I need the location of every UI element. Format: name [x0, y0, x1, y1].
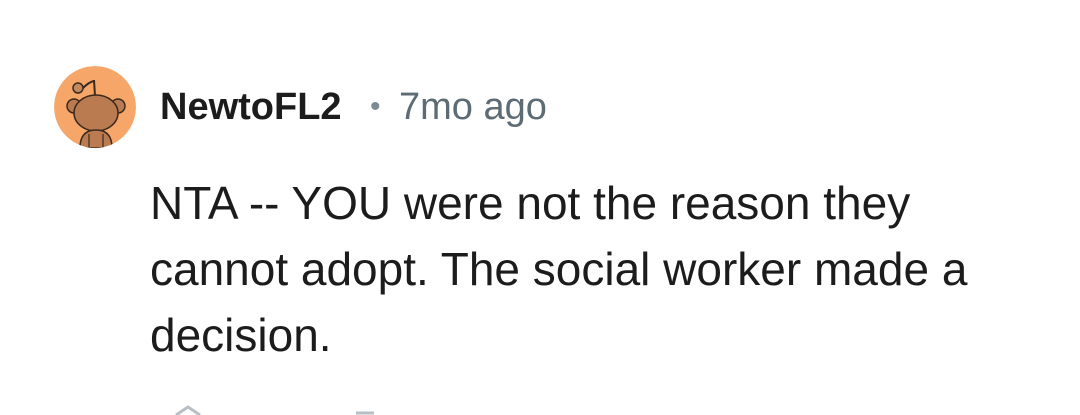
reply-button[interactable] — [352, 404, 392, 415]
comment-body: NTA -- YOU were not the reason they cann… — [150, 177, 968, 361]
upvote-icon — [175, 405, 201, 415]
user-avatar[interactable] — [54, 66, 136, 148]
comment-card: NewtoFL2 • 7mo ago NTA -- YOU were not t… — [0, 0, 1080, 415]
snoo-avatar-icon — [54, 66, 136, 148]
meta-separator: • — [370, 90, 381, 123]
reply-icon — [356, 411, 374, 415]
upvote-button[interactable] — [168, 404, 208, 415]
comment-author[interactable]: NewtoFL2 — [160, 84, 342, 130]
comment-timestamp: 7mo ago — [399, 86, 547, 128]
